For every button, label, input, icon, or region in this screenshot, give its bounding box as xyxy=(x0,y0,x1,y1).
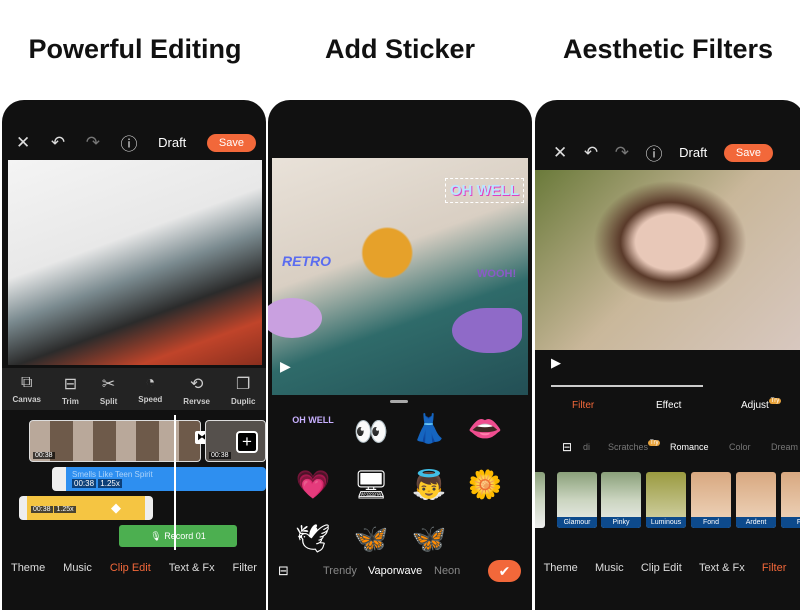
help-icon[interactable]: ⓘ xyxy=(646,140,663,165)
save-button[interactable]: Save xyxy=(723,143,773,162)
sticker-item[interactable]: 🦋 xyxy=(404,522,454,555)
drag-handle[interactable] xyxy=(390,400,408,403)
tool-trim[interactable]: ⊟ Trim xyxy=(62,374,79,410)
nav-clip-edit[interactable]: Clip Edit xyxy=(641,562,682,574)
scissors-icon: ✂ xyxy=(101,376,116,393)
tab-filter[interactable]: Filter xyxy=(572,400,594,411)
filter-store-icon[interactable]: ⊟ xyxy=(562,440,572,454)
sticker-screen: OH WELL RETRO WOOH! ▶ OH WELL 👀 👗 👄 💗 🖥 … xyxy=(268,100,532,610)
tool-duplicate[interactable]: ❐ Duplic xyxy=(231,374,255,410)
reverse-icon: ⟲ xyxy=(189,376,204,393)
nav-filter[interactable]: Filter xyxy=(233,562,257,574)
filter-luminous[interactable]: Luminous xyxy=(646,472,686,528)
record-track[interactable]: 🎙 Record 01 xyxy=(119,525,237,547)
filter-glamour[interactable]: Glamour xyxy=(557,472,597,528)
undo-icon[interactable]: ↶ xyxy=(584,143,598,163)
category-dream[interactable]: Dream xyxy=(771,442,798,452)
progress-bar[interactable] xyxy=(551,385,703,387)
category-scratches[interactable]: Scratches Try xyxy=(608,440,661,452)
sticker-item[interactable]: 👼 xyxy=(404,468,454,501)
tab-effect[interactable]: Effect xyxy=(656,400,681,411)
editor-screen: ✕ ↶ ↷ ⓘ Draft Save ⧉ Canvas ⊟ Trim ✂ Split … xyxy=(2,100,266,610)
nav-theme[interactable]: Theme xyxy=(11,562,45,574)
sticker-item[interactable]: 👀 xyxy=(346,415,396,448)
playhead[interactable] xyxy=(174,415,176,550)
category-color[interactable]: Color xyxy=(729,442,751,452)
draft-label: Draft xyxy=(158,135,187,150)
tool-canvas[interactable]: ⧉ Canvas xyxy=(13,374,41,410)
video-preview[interactable] xyxy=(535,170,800,350)
sticker-item[interactable]: 👄 xyxy=(460,412,510,445)
bottom-nav: Theme Music Clip Edit Text & Fx Filter xyxy=(2,562,266,574)
play-icon[interactable]: ▶ xyxy=(280,358,291,375)
filter-thumb[interactable] xyxy=(535,472,545,528)
category-romance[interactable]: Romance xyxy=(670,442,709,452)
tab-adjust[interactable]: Adjust Try xyxy=(741,398,782,411)
heading-filters: Aesthetic Filters xyxy=(562,34,774,64)
category-neon[interactable]: Neon xyxy=(434,565,460,577)
confirm-button[interactable]: ✔ xyxy=(488,560,521,582)
video-preview[interactable]: OH WELL RETRO WOOH! ▶ xyxy=(268,158,528,395)
keyframe-icon: ◆ xyxy=(111,500,121,515)
heading-editing: Powerful Editing xyxy=(28,34,242,64)
dolphin-sticker[interactable] xyxy=(452,308,522,353)
canvas-icon: ⧉ xyxy=(21,374,33,391)
duplicate-icon: ❐ xyxy=(236,376,251,393)
nav-music[interactable]: Music xyxy=(63,562,92,574)
save-button[interactable]: Save xyxy=(206,133,256,152)
sticker-retro[interactable]: RETRO xyxy=(282,253,331,269)
planet-sticker[interactable] xyxy=(268,298,322,338)
sticker-store-icon[interactable]: ⊟ xyxy=(278,563,289,579)
sticker-item[interactable]: 💗 xyxy=(288,468,338,501)
video-preview[interactable] xyxy=(8,160,262,365)
sticker-item[interactable]: 🌼 xyxy=(460,468,510,501)
filter-fe[interactable]: Fe xyxy=(781,472,800,528)
redo-icon[interactable]: ↷ xyxy=(615,143,629,163)
sticker-item[interactable]: 👗 xyxy=(404,412,454,445)
sticker-item[interactable]: OH WELL xyxy=(288,415,338,425)
close-icon[interactable]: ✕ xyxy=(16,133,30,153)
filter-ardent[interactable]: Ardent xyxy=(736,472,776,528)
add-clip-button[interactable]: + xyxy=(236,431,258,453)
undo-icon[interactable]: ↶ xyxy=(51,133,65,153)
category-trendy[interactable]: Trendy xyxy=(323,565,357,577)
help-icon[interactable]: ⓘ xyxy=(121,130,138,155)
redo-icon[interactable]: ↷ xyxy=(86,133,100,153)
music-track[interactable]: Smells Like Teen Spirit 00:38 1.25x xyxy=(52,467,266,491)
speed-icon: ◔ xyxy=(145,374,156,391)
category-vaporwave[interactable]: Vaporwave xyxy=(368,565,422,577)
tool-reverse[interactable]: ⟲ Rervse xyxy=(183,374,210,410)
sticker-track[interactable]: 00:38 1.25x ◆ xyxy=(19,496,153,520)
tool-speed[interactable]: ◔ Speed xyxy=(138,374,162,410)
nav-theme[interactable]: Theme xyxy=(544,562,578,574)
sticker-item[interactable]: 🖥 xyxy=(346,468,396,501)
play-icon[interactable]: ▶ xyxy=(551,355,561,371)
nav-clip-edit[interactable]: Clip Edit xyxy=(110,562,151,574)
filter-screen: ✕ ↶ ↷ ⓘ Draft Save ▶ Filter Effect Adjus… xyxy=(535,100,800,610)
heading-sticker: Add Sticker xyxy=(324,34,476,64)
nav-filter[interactable]: Filter xyxy=(762,562,786,574)
bottom-nav: Theme Music Clip Edit Text & Fx Filter xyxy=(535,562,795,574)
close-icon[interactable]: ✕ xyxy=(553,143,567,163)
nav-text-fx[interactable]: Text & Fx xyxy=(699,562,745,574)
tool-split[interactable]: ✂ Split xyxy=(100,374,117,410)
category-di[interactable]: di xyxy=(583,442,590,452)
nav-music[interactable]: Music xyxy=(595,562,624,574)
sticker-item[interactable]: 🕊 xyxy=(288,522,338,555)
nav-text-fx[interactable]: Text & Fx xyxy=(169,562,215,574)
sticker-oh-well[interactable]: OH WELL xyxy=(444,178,524,203)
sticker-item[interactable]: 🦋 xyxy=(346,522,396,555)
sticker-wooh[interactable]: WOOH! xyxy=(477,268,516,280)
filter-fond[interactable]: Fond xyxy=(691,472,731,528)
filter-pinky[interactable]: Pinky xyxy=(601,472,641,528)
draft-label: Draft xyxy=(679,145,708,160)
trim-icon: ⊟ xyxy=(63,376,78,393)
tool-bar: ⧉ Canvas ⊟ Trim ✂ Split ◔ Speed ⟲ Rervse ❐ Dup… xyxy=(2,368,266,410)
